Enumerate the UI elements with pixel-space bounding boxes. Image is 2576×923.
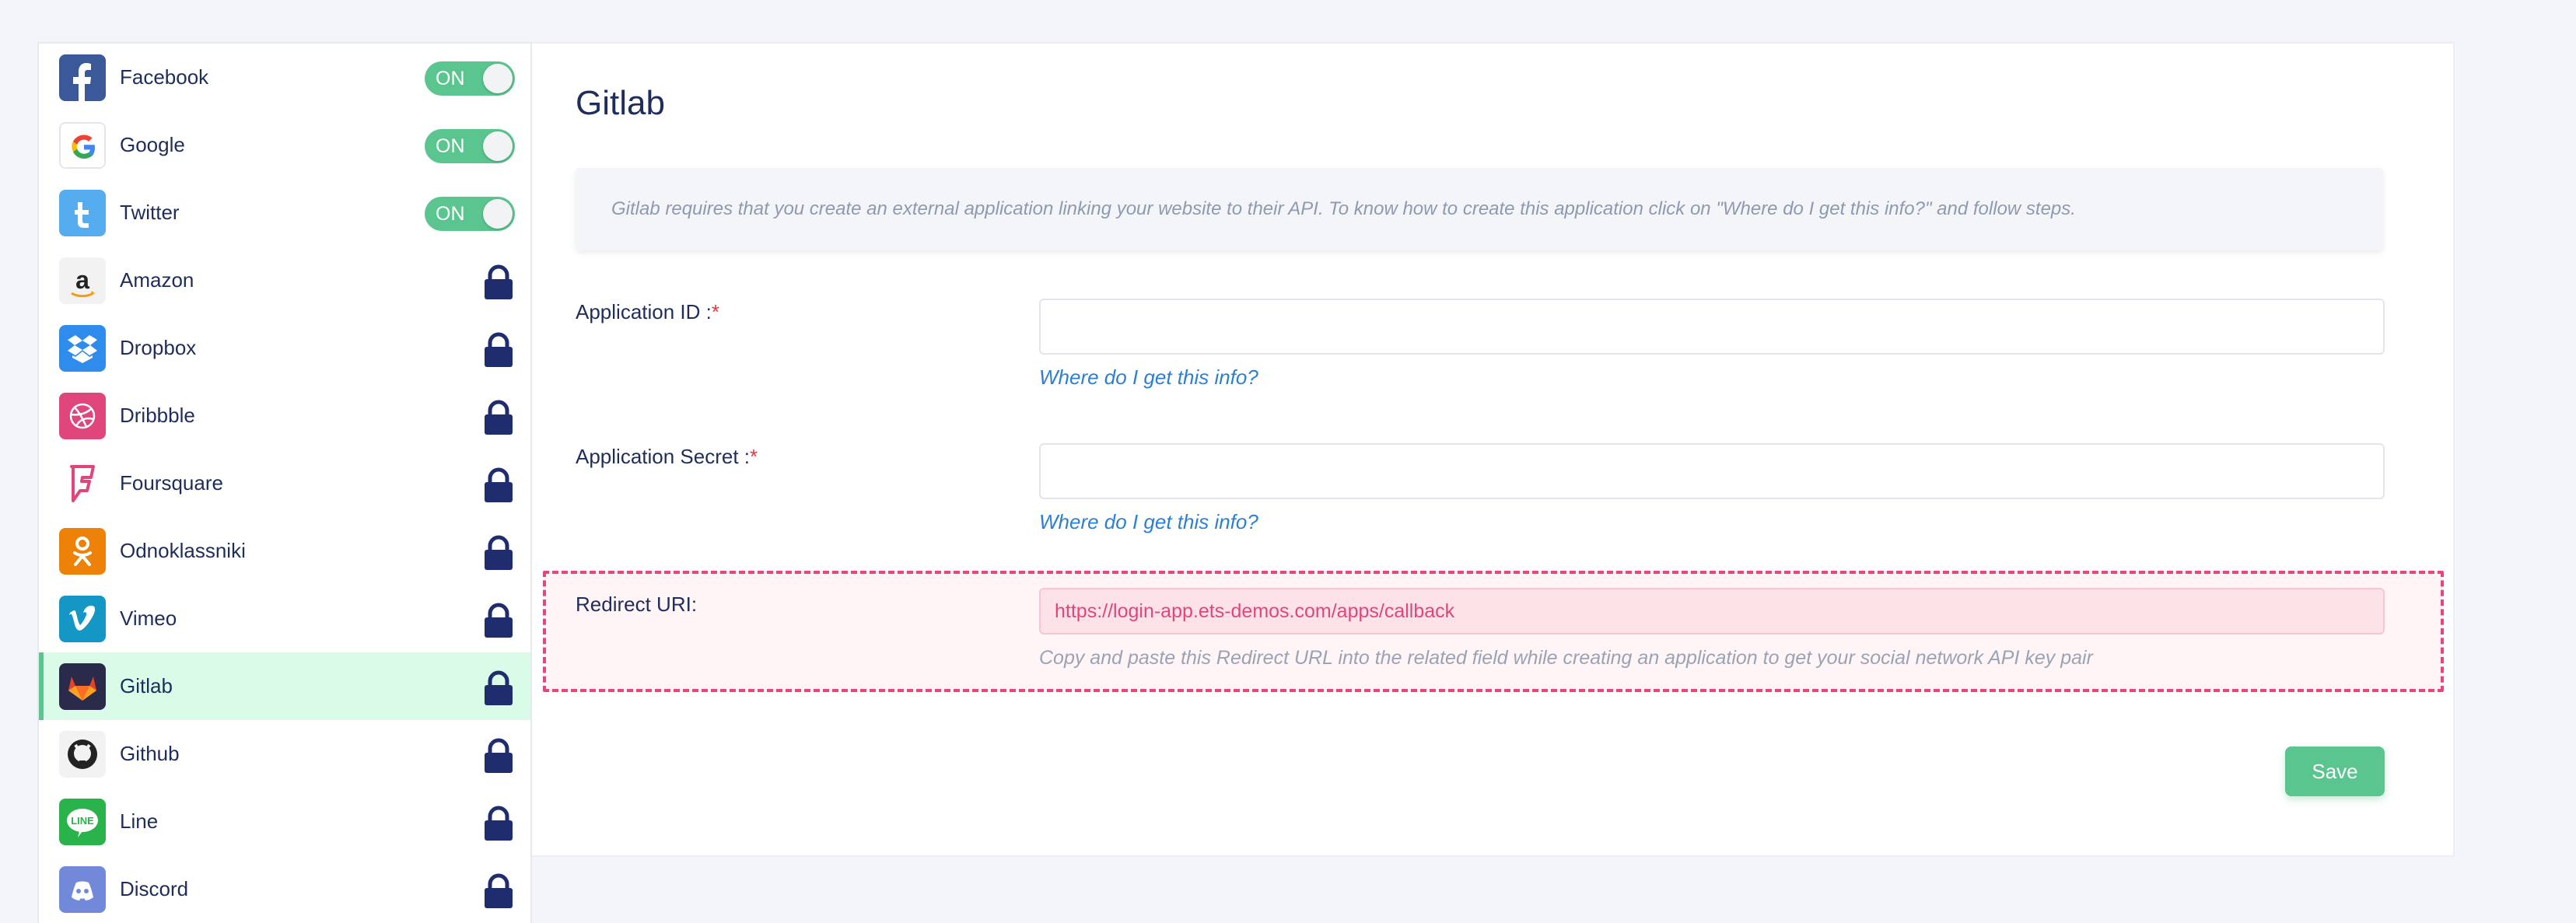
lock-icon: [482, 806, 515, 841]
notice-text: Gitlab requires that you create an exter…: [611, 198, 2076, 219]
sidebar-item-label: Discord: [120, 877, 189, 900]
github-icon: [59, 731, 106, 778]
lock-icon: [482, 264, 515, 300]
toggle-on-text: ON: [436, 135, 465, 157]
application-secret-label: Application Secret :*: [576, 445, 758, 469]
sidebar-item-label: Gitlab: [120, 674, 173, 697]
toggle-knob: [483, 199, 513, 229]
settings-panel: Gitlab Gitlab requires that you create a…: [532, 42, 2455, 857]
redirect-uri-value[interactable]: https://login-app.ets-demos.com/apps/cal…: [1055, 589, 1454, 633]
toggle-on-text: ON: [436, 68, 465, 89]
sidebar-item-label: Odnoklassniki: [120, 539, 246, 562]
save-button[interactable]: Save: [2285, 746, 2385, 796]
application-id-input[interactable]: [1039, 299, 2385, 355]
required-mark: *: [711, 300, 719, 323]
discord-icon: [59, 866, 106, 913]
sidebar-item-vimeo[interactable]: Vimeo: [39, 585, 530, 652]
lock-icon: [482, 670, 515, 706]
sidebar-item-label: Facebook: [120, 65, 209, 89]
application-secret-help-link[interactable]: Where do I get this info?: [1039, 510, 1258, 534]
sidebar-item-label: Line: [120, 809, 159, 833]
sidebar-item-dribbble[interactable]: Dribbble: [39, 382, 530, 449]
lock-icon: [482, 467, 515, 503]
facebook-toggle[interactable]: ON: [425, 61, 515, 96]
gitlab-icon: [59, 663, 106, 710]
odnoklassniki-icon: [59, 528, 106, 575]
application-id-label-text: Application ID :: [576, 300, 712, 323]
sidebar-item-label: Foursquare: [120, 471, 223, 495]
sidebar-item-github[interactable]: Github: [39, 720, 530, 788]
sidebar-item-label: Amazon: [120, 268, 194, 292]
sidebar-item-gitlab[interactable]: Gitlab: [39, 652, 530, 720]
sidebar-item-line[interactable]: LINE Line: [39, 788, 530, 855]
lock-icon: [482, 603, 515, 638]
lock-icon: [482, 738, 515, 774]
dropbox-icon: [59, 325, 106, 372]
dribbble-icon: [59, 393, 106, 439]
sidebar-item-google[interactable]: Google ON: [39, 111, 530, 179]
required-mark: *: [750, 445, 758, 468]
google-toggle[interactable]: ON: [425, 129, 515, 163]
lock-icon: [482, 400, 515, 435]
svg-text:a: a: [75, 266, 89, 294]
redirect-uri-field[interactable]: https://login-app.ets-demos.com/apps/cal…: [1039, 588, 2385, 635]
sidebar-item-facebook[interactable]: Facebook ON: [39, 44, 530, 111]
foursquare-icon: [59, 460, 106, 507]
application-secret-label-text: Application Secret :: [576, 445, 751, 468]
toggle-knob: [483, 64, 513, 93]
twitter-icon: [59, 190, 106, 236]
toggle-knob: [483, 131, 513, 161]
amazon-icon: a: [59, 257, 106, 304]
sidebar-item-dropbox[interactable]: Dropbox: [39, 314, 530, 382]
sidebar-item-label: Dropbox: [120, 336, 197, 359]
sidebar-item-foursquare[interactable]: Foursquare: [39, 449, 530, 517]
info-notice: Gitlab requires that you create an exter…: [576, 168, 2383, 250]
svg-text:LINE: LINE: [71, 815, 94, 827]
toggle-on-text: ON: [436, 203, 465, 225]
line-icon: LINE: [59, 799, 106, 845]
social-network-sidebar: Facebook ON Google ON Twitter ON a Amazo…: [37, 42, 532, 923]
sidebar-item-label: Vimeo: [120, 607, 177, 630]
page-title: Gitlab: [576, 84, 665, 122]
application-id-label: Application ID :*: [576, 300, 719, 324]
sidebar-item-label: Github: [120, 742, 180, 765]
sidebar-item-odnoklassniki[interactable]: Odnoklassniki: [39, 517, 530, 585]
sidebar-item-label: Google: [120, 133, 185, 156]
sidebar-item-label: Twitter: [120, 201, 180, 224]
lock-icon: [482, 332, 515, 368]
redirect-uri-help: Copy and paste this Redirect URL into th…: [1039, 647, 2093, 669]
lock-icon: [482, 873, 515, 909]
lock-icon: [482, 535, 515, 571]
google-icon: [59, 122, 106, 169]
sidebar-item-twitter[interactable]: Twitter ON: [39, 179, 530, 246]
facebook-icon: [59, 54, 106, 101]
application-id-help-link[interactable]: Where do I get this info?: [1039, 365, 1258, 390]
sidebar-item-discord[interactable]: Discord: [39, 855, 530, 923]
twitter-toggle[interactable]: ON: [425, 197, 515, 231]
vimeo-icon: [59, 596, 106, 642]
sidebar-item-amazon[interactable]: a Amazon: [39, 246, 530, 314]
redirect-uri-label: Redirect URI:: [576, 593, 698, 616]
application-secret-input[interactable]: [1039, 443, 2385, 499]
sidebar-item-label: Dribbble: [120, 404, 195, 427]
